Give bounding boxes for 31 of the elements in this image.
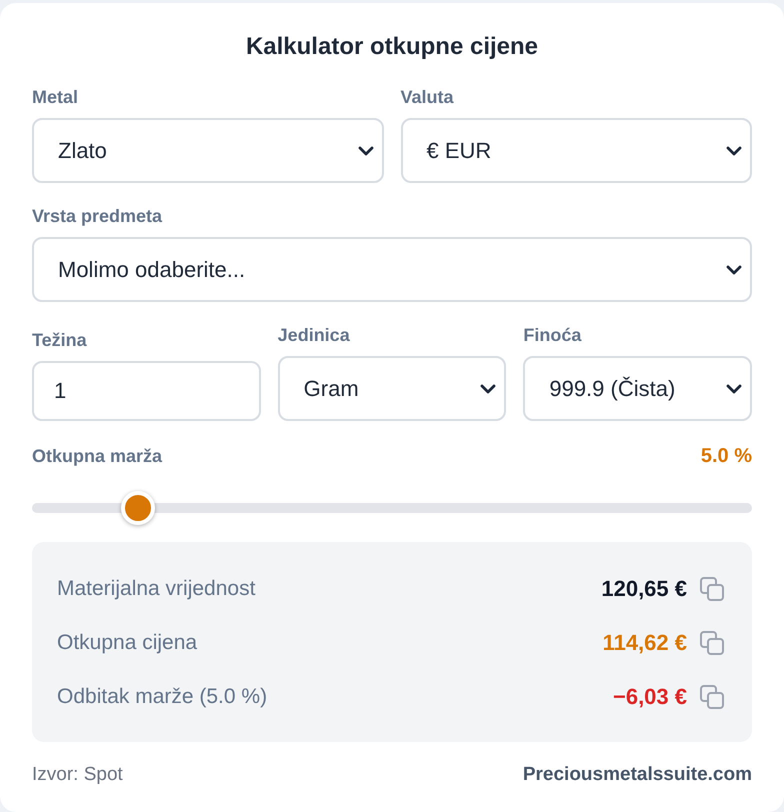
chevron-down-icon	[726, 264, 742, 274]
field-label: Metal	[32, 86, 78, 108]
field-label: Finoća	[523, 324, 582, 346]
field-label: Težina	[32, 329, 87, 351]
result-value: 120,65 €	[601, 576, 687, 602]
dropdown[interactable]: Gram	[278, 356, 506, 421]
field-label: Valuta	[400, 86, 454, 108]
result-value: −6,03 €	[612, 684, 687, 710]
chevron-down-icon	[358, 146, 374, 156]
field-label: Jedinica	[278, 324, 350, 346]
copy-icon[interactable]	[700, 577, 724, 601]
margin-value: 5.0 %	[700, 445, 752, 467]
text-input[interactable]: 1	[32, 361, 261, 421]
dropdown[interactable]: 999.9 (Čista)	[523, 356, 752, 421]
site-link[interactable]: Preciousmetalssuite.com	[522, 764, 752, 786]
result-value: 114,62 €	[602, 630, 687, 656]
dropdown[interactable]: Molimo odaberite...	[32, 237, 752, 302]
chevron-down-icon	[480, 384, 496, 394]
chevron-down-icon	[726, 384, 742, 394]
result-label: Otkupna cijena	[57, 631, 198, 655]
source-text: Izvor: Spot	[32, 764, 123, 786]
dropdown[interactable]: € EUR	[400, 118, 752, 183]
result-label: Odbitak marže (5.0 %)	[57, 685, 268, 709]
dropdown[interactable]: Zlato	[32, 118, 384, 183]
field-label: Vrsta predmeta	[32, 205, 162, 227]
calculator-title: Kalkulator otkupne cijene	[244, 32, 540, 62]
slider-label: Otkupna marža	[32, 445, 162, 467]
copy-icon[interactable]	[700, 685, 724, 709]
result-label: Materijalna vrijednost	[57, 577, 256, 601]
chevron-down-icon	[726, 146, 742, 156]
copy-icon[interactable]	[700, 631, 724, 655]
